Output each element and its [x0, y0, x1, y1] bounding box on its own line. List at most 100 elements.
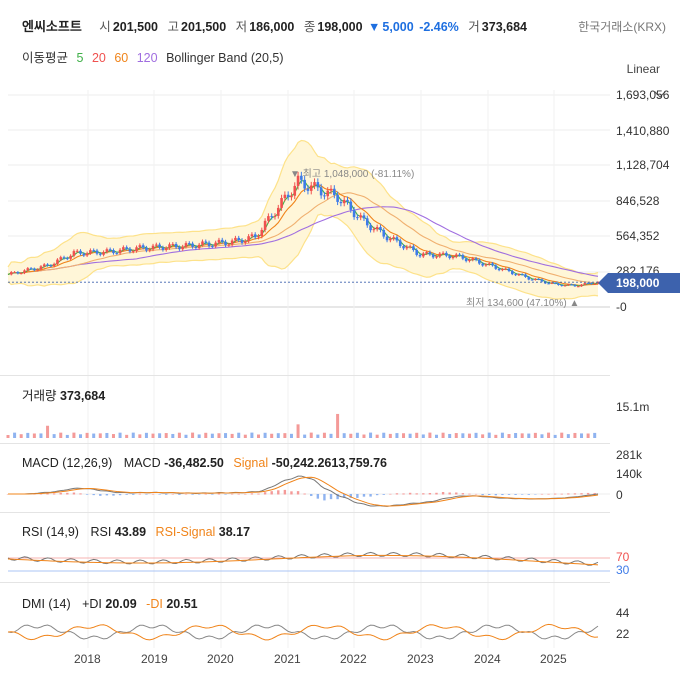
candle-body: [253, 234, 257, 238]
volume-bar: [191, 432, 195, 438]
dmi-tick: 44: [616, 606, 630, 620]
candle-body: [346, 199, 349, 202]
price-tick: 1,128,704: [616, 158, 670, 172]
volume-bar: [210, 433, 214, 438]
candle-body: [359, 215, 362, 218]
candle-body: [537, 278, 540, 280]
macd-tick: 281k: [616, 448, 643, 462]
volume-bar: [270, 433, 274, 438]
rsi-panel-label: RSI (14,9) RSI 43.89 RSI-Signal 38.17: [22, 525, 250, 539]
candle-body: [214, 242, 217, 247]
candle-body: [280, 198, 283, 208]
candle-body: [95, 250, 99, 254]
candle-body: [92, 250, 95, 252]
macd-name: MACD: [123, 456, 161, 470]
volume-bar: [573, 432, 577, 438]
candle-body: [293, 185, 297, 196]
macd-histogram-bar: [151, 493, 155, 495]
candle-body: [244, 241, 247, 243]
candle-body: [273, 215, 277, 217]
candle-body: [9, 272, 13, 275]
candle-body: [306, 188, 310, 191]
candle-body: [260, 229, 264, 237]
volume-bar: [494, 434, 498, 438]
volume-bar: [382, 432, 386, 438]
volume-bar: [481, 434, 485, 438]
volume-bar: [204, 432, 208, 438]
candle-body: [375, 227, 379, 230]
candle-body: [79, 250, 82, 254]
candle-body: [313, 182, 316, 186]
rsi-title: RSI (14,9): [22, 525, 79, 539]
minus-di-name: -DI: [146, 597, 163, 611]
candle-body: [62, 257, 66, 259]
volume-bar: [322, 432, 326, 438]
candle-body: [392, 237, 395, 239]
volume-bar: [283, 433, 287, 438]
candle-body: [563, 285, 567, 287]
hist-value: 13,759.76: [331, 456, 387, 470]
x-tick: 2024: [474, 652, 501, 666]
candle-body: [570, 284, 573, 286]
volume-bar: [421, 434, 425, 438]
price-tick: 564,352: [616, 229, 660, 243]
volume-bar: [158, 433, 162, 438]
candle-body: [402, 246, 405, 249]
volume-bar: [296, 424, 300, 438]
volume-bar: [355, 432, 359, 438]
volume-bar: [111, 434, 115, 438]
chart-canvas[interactable]: [0, 0, 680, 697]
x-tick: 2018: [74, 652, 101, 666]
volume-bar: [527, 433, 531, 438]
candle-body: [372, 229, 376, 231]
candle-body: [362, 215, 366, 219]
candle-body: [108, 249, 112, 251]
candle-body: [16, 272, 20, 274]
volume-bar: [263, 432, 267, 438]
macd-histogram-bar: [125, 494, 128, 495]
candle-body: [491, 263, 494, 266]
macd-histogram-bar: [428, 492, 432, 495]
candle-body: [540, 279, 544, 282]
candle-body: [514, 274, 517, 276]
volume-bar: [448, 433, 452, 438]
candle-body: [415, 250, 419, 255]
x-tick: 2022: [340, 652, 367, 666]
volume-bar: [566, 434, 570, 438]
macd-histogram-bar: [52, 493, 56, 495]
volume-bar: [13, 432, 17, 438]
candle-body: [468, 259, 471, 262]
volume-bar: [19, 434, 23, 438]
candle-body: [151, 245, 155, 250]
macd-histogram-bar: [468, 493, 471, 495]
candle-body: [573, 284, 577, 287]
macd-histogram-bar: [72, 492, 76, 495]
candle-body: [201, 241, 204, 245]
candle-body: [309, 185, 313, 191]
macd-histogram-bar: [237, 493, 240, 495]
macd-histogram-bar: [540, 493, 544, 495]
macd-histogram-bar: [105, 494, 109, 496]
macd-histogram-bar: [118, 494, 122, 496]
volume-bar: [217, 433, 221, 438]
volume-bar: [6, 435, 10, 438]
candle-body: [283, 194, 287, 199]
macd-histogram-bar: [85, 494, 89, 495]
candle-body: [520, 274, 524, 276]
macd-histogram-bar: [257, 493, 260, 495]
candle-body: [234, 237, 237, 241]
dmi-title: DMI (14): [22, 597, 71, 611]
candle-body: [527, 276, 531, 280]
volume-bar: [375, 434, 379, 438]
macd-histogram-bar: [580, 493, 583, 495]
volume-bar: [224, 433, 228, 438]
panel-divider: [0, 443, 610, 444]
candle-body: [511, 271, 514, 275]
macd-title: MACD (12,26,9): [22, 456, 113, 470]
candle-body: [52, 263, 56, 267]
macd-histogram-bar: [481, 494, 484, 496]
volume-bar: [237, 432, 241, 438]
candle-body: [356, 217, 359, 219]
candle-body: [89, 250, 92, 254]
candle-body: [42, 264, 46, 267]
